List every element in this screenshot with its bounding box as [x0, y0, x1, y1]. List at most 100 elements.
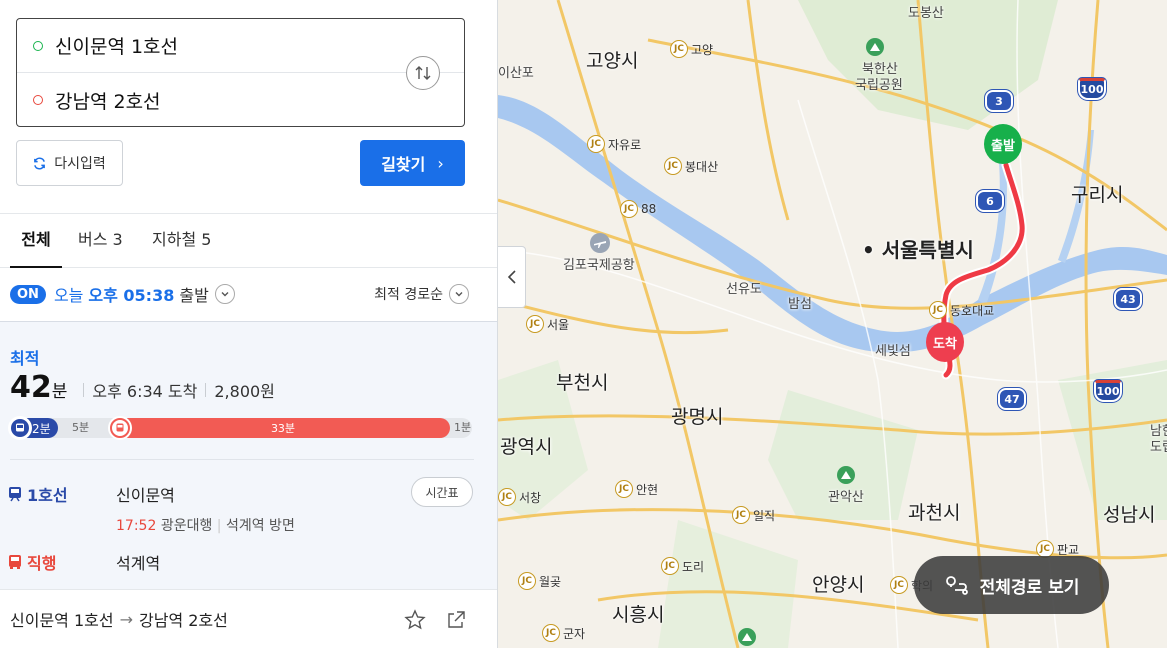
map-view[interactable]: 도봉산 고양시 북한산 국립공원 이산포 구리시 김포국제공항 • 서울특별시 … — [498, 0, 1167, 648]
footer-origin: 신이문역 1호선 — [10, 611, 114, 630]
segment-train-label: 33분 — [270, 422, 296, 435]
mountain-icon — [866, 38, 884, 56]
step-1-toward: 석계역 방면 — [225, 518, 295, 534]
map-label-dobongsan: 도봉산 — [908, 6, 944, 21]
footer-arrow: → — [119, 609, 133, 629]
sort-chevron-down-icon — [449, 284, 469, 304]
find-label: 길찾기 — [381, 155, 426, 174]
step-1-line: 1호선 — [27, 486, 68, 505]
jc-88: JC 88 — [620, 200, 656, 218]
tab-subway[interactable]: 지하철 5 — [152, 214, 211, 268]
step-2-line: 직행 — [27, 554, 57, 573]
destination-field[interactable]: 강남역 2호선 — [17, 73, 464, 127]
bus-icon — [8, 416, 32, 440]
map-label-gwanaksan: 관악산 — [828, 490, 864, 505]
map-label-gwangyeok: 광역시 — [500, 436, 553, 458]
chevron-left-icon — [507, 270, 516, 284]
star-icon[interactable] — [404, 609, 426, 631]
jc-bongdaesan: JC 봉대산 — [664, 157, 718, 175]
map-label-guri: 구리시 — [1071, 184, 1124, 206]
best-tag: 최적 — [10, 349, 40, 368]
highway-shield-100: 100 — [1078, 78, 1106, 100]
train-icon — [108, 416, 132, 440]
segment-walk-2: 1분 — [454, 421, 472, 434]
segment-train: 33분 — [116, 418, 450, 438]
map-label-seonyudo: 선유도 — [726, 282, 762, 297]
map-label-national-park: 국립공원 — [855, 78, 903, 93]
map-label-saebitseom: 세빛섬 — [875, 344, 911, 359]
reset-button[interactable]: 다시입력 — [16, 140, 123, 186]
jc-anhyeon: JC 안현 — [615, 480, 658, 498]
arrival-time: 오후 6:34 도착 — [92, 382, 198, 401]
subway-icon — [9, 487, 21, 502]
map-label-seoul: • 서울특별시 — [862, 238, 974, 262]
map-label-gwacheon: 과천시 — [908, 502, 961, 524]
map-label-dorip: 도립 — [1150, 440, 1167, 455]
map-label-gimpo-airport: 김포국제공항 — [563, 258, 635, 273]
step-1-station: 신이문역 — [116, 486, 175, 505]
origin-field[interactable]: 신이문역 1호선 — [17, 19, 464, 73]
timetable-button[interactable]: 시간표 — [411, 477, 473, 507]
destination-dot-icon — [33, 95, 43, 105]
step-2-station: 석계역 — [116, 554, 161, 573]
step-1-detail: 17:52 광운대행 | 석계역 방면 — [116, 518, 295, 534]
route-footer: 신이문역 1호선 → 강남역 2호선 — [0, 589, 497, 648]
route-shield-3: 3 — [985, 90, 1013, 112]
airport-icon — [590, 233, 610, 253]
tab-bus[interactable]: 버스 3 — [78, 214, 123, 268]
map-label-seongnam: 성남시 — [1103, 504, 1156, 526]
step-line-1: 1호선 — [8, 482, 68, 506]
find-route-button[interactable]: 길찾기 › — [360, 140, 465, 186]
summary-separator — [83, 383, 85, 397]
map-label-bamseom: 밤섬 — [788, 297, 812, 312]
jc-iljik: JC 일직 — [732, 506, 775, 524]
departure-suffix: 출발 — [179, 286, 209, 305]
segment-bus-label: 2분 — [32, 421, 51, 436]
view-full-route-button[interactable]: 전체경로 보기 — [914, 556, 1109, 614]
jc-seochang: JC 서창 — [498, 488, 541, 506]
jc-goyang: JC 고양 — [670, 40, 713, 58]
jc-dori: JC 도리 — [661, 557, 704, 575]
map-label-siheung: 시흥시 — [612, 604, 665, 626]
on-badge[interactable]: ON — [10, 284, 46, 304]
destination-text: 강남역 2호선 — [55, 90, 161, 113]
map-label-goyang: 고양시 — [586, 50, 639, 72]
jc-wolgot: JC 월곶 — [518, 572, 561, 590]
segment-walk-1: 5분 — [72, 421, 90, 434]
route-shield-43: 43 — [1114, 288, 1142, 310]
route-pin-icon — [945, 576, 968, 595]
departure-time: 오후 05:38 — [88, 286, 175, 305]
tab-all[interactable]: 전체 — [10, 214, 62, 268]
reset-label: 다시입력 — [54, 156, 106, 172]
chevron-right-icon: › — [437, 153, 444, 173]
route-timeline-bar: 2분 5분 33분 1분 — [8, 416, 472, 440]
highway-shield-100: 100 — [1094, 380, 1122, 402]
end-pin[interactable]: 도착 — [926, 322, 964, 362]
step-1-time: 17:52 — [116, 518, 157, 534]
summary-separator — [205, 383, 207, 397]
start-pin[interactable]: 출발 — [984, 124, 1022, 164]
collapse-panel-button[interactable] — [498, 246, 526, 308]
step-1-direction: 광운대행 — [160, 518, 213, 534]
map-label-isanpo: 이산포 — [498, 66, 534, 81]
departure-day: 오늘 — [53, 286, 84, 305]
route-shield-47: 47 — [998, 388, 1026, 410]
mountain-icon — [738, 628, 756, 646]
route-panel: 신이문역 1호선 강남역 2호선 다시입력 길찾기 › 전체 버스 3 지하철 … — [0, 0, 498, 648]
origin-dot-icon — [33, 40, 43, 51]
jc-seoul: JC 서울 — [526, 315, 569, 333]
time-chevron-down-icon[interactable] — [214, 284, 235, 304]
refresh-icon — [34, 156, 46, 170]
jc-dongho: JC 동호대교 — [929, 301, 994, 319]
share-icon[interactable] — [445, 609, 467, 631]
step-line-2: 직행 — [8, 550, 56, 574]
fare: 2,800원 — [214, 382, 275, 401]
route-result-card[interactable]: 최적 42 분 오후 6:34 도착 2,800원 2분 5분 33분 1분 1… — [0, 321, 497, 589]
swap-icon — [415, 66, 431, 80]
sort-dropdown[interactable]: 최적 경로순 — [374, 268, 469, 320]
swap-button[interactable] — [406, 56, 440, 90]
route-summary: 42 분 오후 6:34 도착 2,800원 — [10, 370, 275, 405]
mountain-icon — [837, 466, 855, 484]
route-shield-6: 6 — [976, 190, 1004, 212]
total-minutes: 42 — [10, 370, 52, 405]
